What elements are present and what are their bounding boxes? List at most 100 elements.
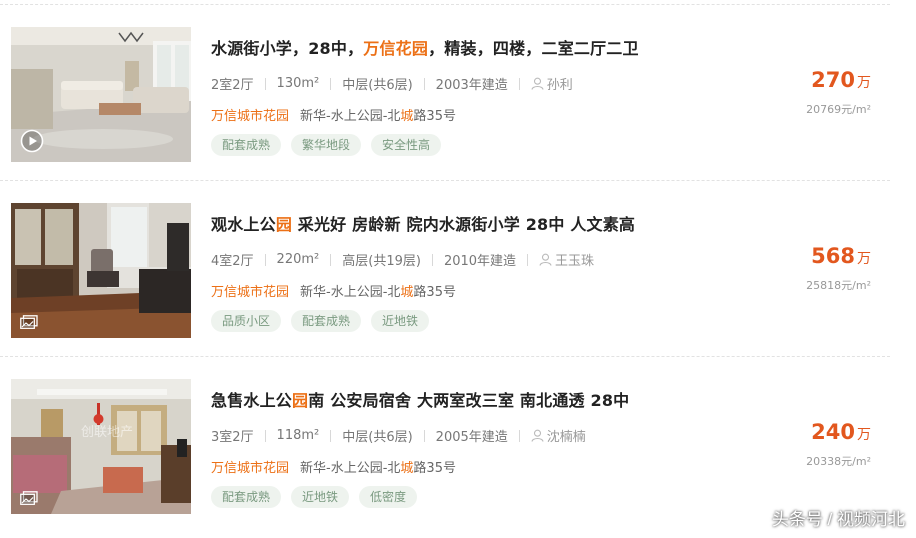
agent-name: 孙利	[546, 78, 573, 93]
floor-level: 高层(共19层)	[342, 254, 421, 269]
title-highlight: 万信花园	[363, 39, 429, 58]
address-text: 路35号	[413, 461, 456, 476]
title-text: 急售水上公	[211, 391, 293, 410]
user-icon	[539, 253, 552, 266]
house-info: 3室2厅 118m² 中层(共6层) 2005年建造 沈楠楠	[211, 426, 586, 445]
divider	[330, 429, 332, 442]
gallery-icon[interactable]	[20, 315, 38, 329]
tag: 品质小区	[211, 310, 282, 332]
watermark: 头条号 / 视频河北	[771, 510, 905, 529]
gallery-icon[interactable]	[20, 491, 38, 505]
listing-card[interactable]: 水源街小学，28中，万信花园，精装，四楼，二室二厅二卫 2室2厅 130m² 中…	[0, 4, 895, 180]
total-price: 240 万	[811, 420, 871, 444]
tag: 安全性高	[371, 134, 442, 156]
title-text: 观水上公	[211, 215, 276, 234]
title-text: 水源街小学，28中，	[211, 39, 364, 58]
tag: 繁华地段	[291, 134, 362, 156]
address-text: 路35号	[413, 285, 456, 300]
floor-area: 130m²	[276, 76, 320, 91]
total-price: 270 万	[811, 68, 871, 92]
location: 万信城市花园 新华-水上公园-北城路35号	[211, 105, 456, 124]
agent-name: 王玉珠	[555, 254, 595, 269]
user-icon	[531, 77, 544, 90]
divider	[0, 180, 890, 181]
unit-price: 20769元/m²	[806, 103, 871, 116]
room-layout: 3室2厅	[211, 430, 254, 445]
location: 万信城市花园 新华-水上公园-北城路35号	[211, 281, 456, 300]
address-text: 新华-水上公园-北	[300, 109, 401, 124]
floor-area: 220m²	[276, 252, 320, 267]
divider	[264, 77, 266, 90]
floor-area: 118m²	[276, 428, 320, 443]
tag: 配套成熟	[291, 310, 362, 332]
address-text: 新华-水上公园-北	[300, 461, 401, 476]
community-link[interactable]: 万信城市花园	[211, 285, 289, 300]
house-info: 4室2厅 220m² 高层(共19层) 2010年建造 王玉珠	[211, 250, 594, 269]
divider	[330, 253, 332, 266]
tag: 配套成熟	[211, 134, 282, 156]
listing-photo[interactable]: 创联地产	[11, 379, 191, 514]
title-text: ，精装，四楼，二室二厅二卫	[428, 39, 639, 58]
tag-list: 配套成熟 近地铁 低密度	[211, 486, 418, 508]
tag: 近地铁	[291, 486, 350, 508]
agent[interactable]: 沈楠楠	[531, 426, 586, 445]
title-text: 南 公安局宿舍 大两室改三室 南北通透 28中	[308, 391, 630, 410]
total-price: 568 万	[811, 244, 871, 268]
unit-price: 20338元/m²	[806, 455, 871, 468]
floor-level: 中层(共6层)	[342, 78, 413, 93]
listing-photo[interactable]	[11, 203, 191, 338]
listing-title[interactable]: 水源街小学，28中，万信花园，精装，四楼，二室二厅二卫	[211, 35, 639, 59]
price-value: 270	[811, 68, 855, 92]
address-highlight: 城	[400, 461, 414, 476]
tag: 低密度	[359, 486, 418, 508]
address-text: 路35号	[413, 109, 456, 124]
divider	[527, 253, 529, 266]
build-year: 2003年建造	[435, 78, 508, 93]
room-layout: 2室2厅	[211, 78, 254, 93]
location: 万信城市花园 新华-水上公园-北城路35号	[211, 457, 456, 476]
divider	[0, 4, 890, 5]
floor-level: 中层(共6层)	[342, 430, 413, 445]
address-highlight: 城	[400, 285, 414, 300]
listing-title[interactable]: 观水上公园 采光好 房龄新 院内水源街小学 28中 人文素高	[211, 211, 635, 235]
divider	[264, 253, 266, 266]
community-link[interactable]: 万信城市花园	[211, 461, 289, 476]
tag: 近地铁	[371, 310, 430, 332]
user-icon	[531, 429, 544, 442]
unit-price: 25818元/m²	[806, 279, 871, 292]
title-highlight: 园	[275, 215, 293, 234]
divider	[330, 77, 332, 90]
community-link[interactable]: 万信城市花园	[211, 109, 289, 124]
room-layout: 4室2厅	[211, 254, 254, 269]
price-unit: 万	[857, 251, 871, 267]
build-year: 2005年建造	[435, 430, 508, 445]
divider	[518, 77, 520, 90]
address-highlight: 城	[400, 109, 414, 124]
build-year: 2010年建造	[443, 254, 517, 269]
divider	[423, 429, 425, 442]
address-text: 新华-水上公园-北	[300, 285, 401, 300]
listing-card[interactable]: 创联地产 急售水上公园南 公安局宿舍 大两室改三室 南北通透 28中 3室2厅 …	[0, 356, 895, 532]
tag-list: 品质小区 配套成熟 近地铁	[211, 310, 430, 332]
listing-card[interactable]: 观水上公园 采光好 房龄新 院内水源街小学 28中 人文素高 4室2厅 220m…	[0, 180, 895, 356]
listing-photo[interactable]	[11, 27, 191, 162]
price-unit: 万	[857, 75, 871, 91]
divider	[518, 429, 520, 442]
agent-name: 沈楠楠	[546, 430, 586, 445]
title-highlight: 园	[292, 391, 309, 410]
house-info: 2室2厅 130m² 中层(共6层) 2003年建造 孙利	[211, 74, 573, 93]
agent[interactable]: 王玉珠	[539, 250, 594, 269]
svg-text:创联地产: 创联地产	[81, 425, 133, 440]
divider	[0, 356, 890, 357]
price-value: 568	[811, 244, 855, 268]
tag: 配套成熟	[211, 486, 282, 508]
title-text: 采光好 房龄新 院内水源街小学 28中 人文素高	[292, 215, 636, 234]
divider	[264, 429, 266, 442]
price-value: 240	[811, 420, 855, 444]
price-unit: 万	[857, 427, 871, 443]
play-icon[interactable]	[20, 129, 44, 153]
listing-title[interactable]: 急售水上公园南 公安局宿舍 大两室改三室 南北通透 28中	[211, 387, 629, 411]
tag-list: 配套成熟 繁华地段 安全性高	[211, 134, 442, 156]
divider	[431, 253, 433, 266]
agent[interactable]: 孙利	[531, 74, 573, 93]
